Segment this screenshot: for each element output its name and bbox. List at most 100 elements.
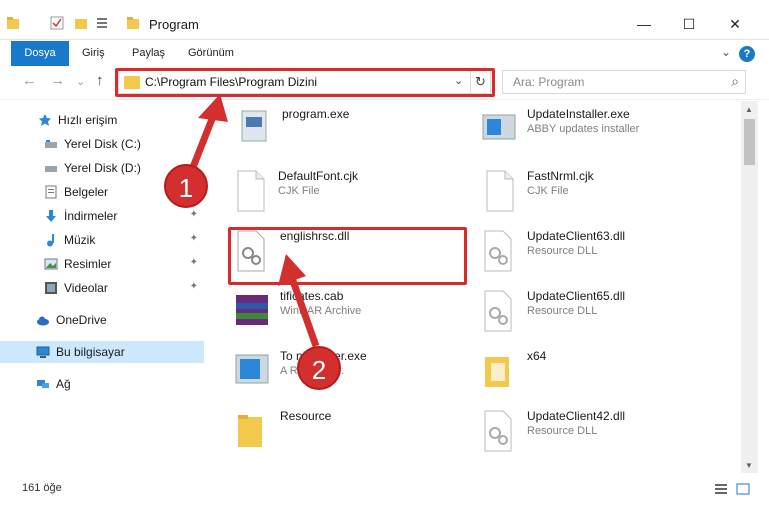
search-placeholder: Ara: Program (513, 75, 585, 89)
forward-arrow-icon[interactable]: → (50, 72, 65, 89)
computer-icon (36, 346, 50, 358)
file-item-certificates-cab[interactable]: tificates.cab WinRAR Archive (234, 285, 474, 339)
item-count: 161 öğe (22, 482, 62, 494)
pin-icon[interactable]: ✦ (190, 281, 198, 292)
window-title: Program (149, 17, 199, 32)
dll-gear-icon (484, 410, 512, 452)
navigation-pane: Hızlı erişim Yerel Disk (C:) Yerel Disk … (0, 101, 206, 473)
sidebar-item-label: Belgeler (64, 185, 109, 199)
sidebar-item-label: Videolar (64, 281, 108, 295)
sidebar-item-label: Yerel Disk (C:) (64, 137, 141, 151)
drive-icon (45, 140, 57, 148)
sidebar-item-label: OneDrive (56, 313, 107, 327)
file-item-updateclient63[interactable]: UpdateClient63.dll Resource DLL (481, 225, 721, 279)
installer-icon (482, 114, 516, 140)
sidebar-item-label: İndirmeler (64, 209, 118, 223)
step-2-badge: 2 (297, 346, 341, 390)
pictures-icon (44, 258, 58, 270)
large-icons-view-icon[interactable] (736, 483, 750, 495)
file-type: CJK File (527, 185, 569, 197)
file-name: UpdateClient42.dll (527, 409, 626, 423)
music-icon (47, 234, 54, 247)
sidebar-item-this-pc[interactable]: Bu bilgisayar (0, 341, 204, 363)
recent-locations-icon[interactable]: ⌄ (76, 75, 85, 88)
generic-file-icon (486, 170, 514, 212)
folder-item-resource[interactable]: Resource (234, 405, 474, 459)
file-type: CJK File (278, 185, 320, 197)
sidebar-item-music[interactable]: Müzik ✦ (0, 229, 204, 251)
new-folder-icon[interactable] (74, 16, 88, 30)
help-icon[interactable]: ? (739, 46, 755, 62)
file-item-program-exe[interactable]: program.exe (236, 103, 476, 157)
sidebar-item-network[interactable]: Ağ (0, 373, 204, 395)
sidebar-item-label: Hızlı erişim (58, 113, 118, 127)
file-item-updateclient42[interactable]: UpdateClient42.dll Resource DLL (481, 405, 721, 459)
sidebar-item-local-disk-c[interactable]: Yerel Disk (C:) (0, 133, 204, 155)
file-item-defaultfont[interactable]: DefaultFont.cjk CJK File (232, 165, 472, 219)
title-bar: Program — ☐ ✕ (0, 0, 769, 40)
tab-file[interactable]: Dosya (11, 41, 69, 66)
file-type: Resource DLL (527, 305, 598, 317)
pin-icon[interactable]: ✦ (190, 233, 198, 244)
drive-icon (45, 166, 57, 172)
file-name: program.exe (282, 107, 350, 121)
properties-icon[interactable] (50, 16, 64, 30)
archive-icon (236, 295, 268, 325)
file-type: ABBY updates installer (527, 123, 640, 135)
dll-gear-icon (484, 230, 512, 272)
sidebar-item-downloads[interactable]: İndirmeler ✦ (0, 205, 204, 227)
vertical-scrollbar[interactable]: ▲ ▼ (741, 101, 758, 473)
file-item-updateclient65[interactable]: UpdateClient65.dll Resource DLL (481, 285, 721, 339)
file-type: Resource DLL (527, 245, 598, 257)
scroll-up-icon[interactable]: ▲ (745, 105, 753, 114)
file-name: UpdateInstaller.exe (527, 107, 630, 121)
file-item-updateinstaller[interactable]: UpdateInstaller.exe ABBY updates install… (481, 103, 721, 157)
pin-icon[interactable]: ✦ (190, 209, 198, 220)
file-highlight-box (228, 227, 467, 285)
up-arrow-icon[interactable]: ↑ (96, 72, 104, 89)
installer-icon (235, 354, 269, 384)
tab-share[interactable]: Paylaş (122, 41, 175, 66)
step-1-badge: 1 (164, 164, 208, 208)
file-name: Resource (280, 409, 332, 423)
file-name: UpdateClient63.dll (527, 229, 626, 243)
status-bar: 161 öğe (0, 475, 769, 503)
folder-icon (238, 415, 262, 447)
folder-icon[interactable] (6, 16, 20, 30)
cloud-icon (37, 316, 49, 326)
tab-home[interactable]: Giriş (72, 41, 115, 66)
search-input[interactable]: Ara: Program ⌕ (502, 70, 746, 94)
pin-icon[interactable]: ✦ (190, 257, 198, 268)
sidebar-item-label: Bu bilgisayar (56, 345, 125, 359)
file-item-fastnrml[interactable]: FastNrml.cjk CJK File (481, 165, 721, 219)
star-icon (39, 114, 51, 126)
expand-ribbon-icon[interactable]: ⌄ (721, 45, 731, 59)
file-name: UpdateClient65.dll (527, 289, 626, 303)
tab-view[interactable]: Görünüm (178, 41, 244, 66)
scroll-down-icon[interactable]: ▼ (745, 461, 753, 470)
network-icon (37, 380, 49, 388)
sidebar-item-pictures[interactable]: Resimler ✦ (0, 253, 204, 275)
file-name: x64 (527, 349, 547, 363)
maximize-button[interactable]: ☐ (675, 12, 703, 36)
annotation-arrow-2 (278, 254, 320, 348)
back-arrow-icon[interactable]: ← (22, 72, 37, 89)
close-button[interactable]: ✕ (721, 12, 749, 36)
sidebar-item-quick-access[interactable]: Hızlı erişim (0, 109, 204, 131)
search-icon[interactable]: ⌕ (731, 73, 739, 90)
sidebar-item-onedrive[interactable]: OneDrive (0, 309, 204, 331)
customize-toolbar-icon[interactable] (96, 16, 110, 30)
download-icon (46, 210, 56, 222)
minimize-button[interactable]: — (630, 12, 658, 36)
sidebar-item-label: Resimler (64, 257, 112, 271)
folder-item-x64[interactable]: x64 (481, 345, 721, 399)
videos-icon (45, 282, 57, 294)
file-name: FastNrml.cjk (527, 169, 594, 183)
file-item-installer-exe[interactable]: To nInstaller.exe A Reader tr... (234, 345, 474, 399)
details-view-icon[interactable] (714, 483, 728, 495)
file-type: Resource DLL (527, 425, 598, 437)
sidebar-item-videos[interactable]: Videolar ✦ (0, 277, 204, 299)
documents-icon (45, 185, 57, 199)
scrollbar-thumb[interactable] (744, 119, 755, 165)
folder-icon (127, 17, 139, 29)
